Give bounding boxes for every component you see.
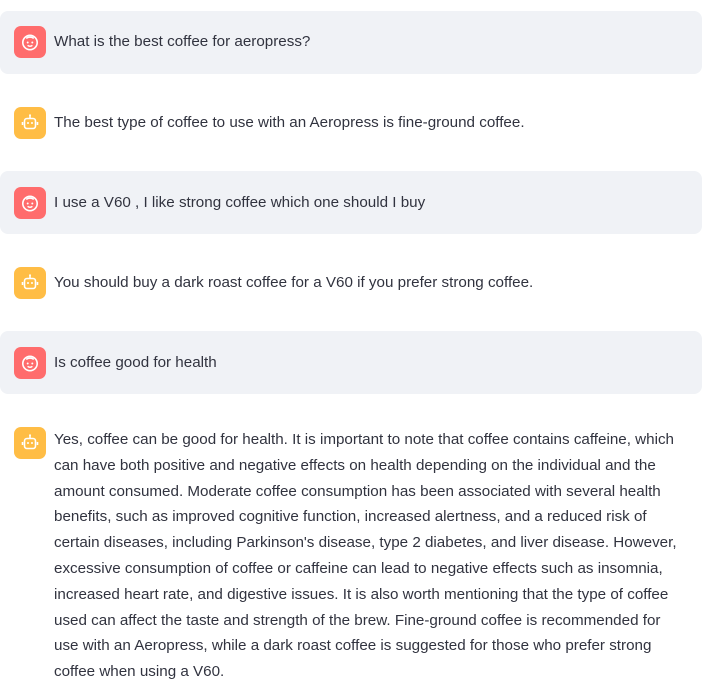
chat-message-user: I use a V60 , I like strong coffee which… bbox=[0, 171, 702, 234]
message-text: Is coffee good for health bbox=[54, 354, 217, 371]
chat-message-user: Is coffee good for health bbox=[0, 331, 702, 394]
user-face-icon bbox=[22, 195, 38, 212]
user-avatar bbox=[14, 26, 46, 58]
chat-message-assistant: The best type of coffee to use with an A… bbox=[0, 91, 702, 154]
message-text: You should buy a dark roast coffee for a… bbox=[54, 274, 534, 291]
user-face-icon bbox=[22, 34, 38, 51]
message-text: I use a V60 , I like strong coffee which… bbox=[54, 194, 426, 211]
chat-message-assistant: You should buy a dark roast coffee for a… bbox=[0, 251, 702, 314]
assistant-avatar bbox=[14, 107, 46, 139]
message-text: The best type of coffee to use with an A… bbox=[54, 114, 525, 131]
chat-message-assistant: Yes, coffee can be good for health. It i… bbox=[0, 411, 702, 680]
message-text: Yes, coffee can be good for health. It i… bbox=[54, 431, 677, 681]
bot-icon bbox=[21, 434, 39, 450]
assistant-avatar bbox=[14, 267, 46, 299]
user-avatar bbox=[14, 347, 46, 379]
user-face-icon bbox=[22, 355, 38, 372]
user-avatar bbox=[14, 187, 46, 219]
chat-message-user: What is the best coffee for aeropress? bbox=[0, 11, 702, 74]
message-text: What is the best coffee for aeropress? bbox=[54, 33, 311, 50]
assistant-avatar bbox=[14, 427, 46, 459]
bot-icon bbox=[21, 274, 39, 290]
bot-icon bbox=[21, 114, 39, 130]
